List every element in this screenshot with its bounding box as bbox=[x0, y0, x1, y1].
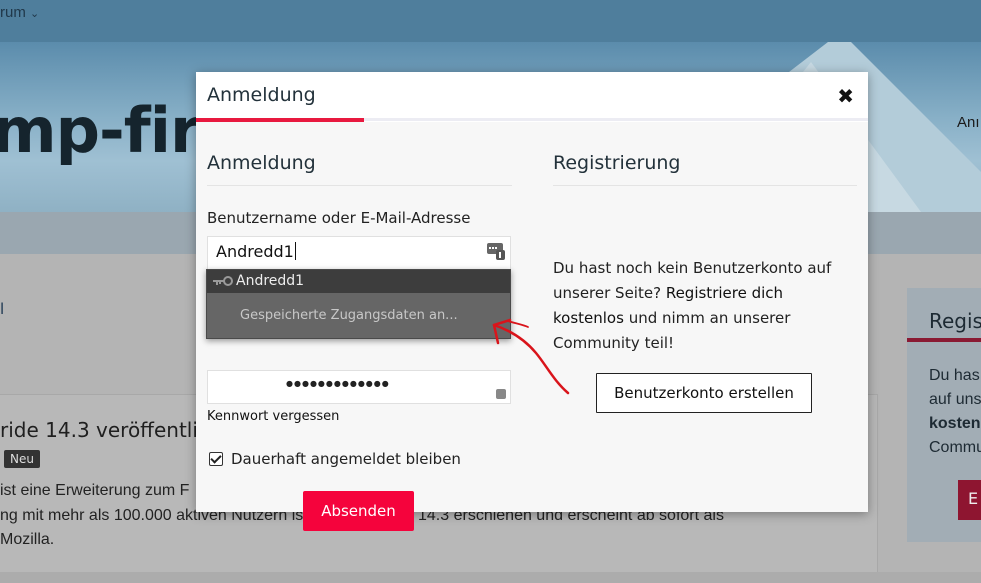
new-badge: Neu bbox=[4, 450, 40, 468]
password-input[interactable]: ●●●●●●●●●●●●● bbox=[207, 370, 511, 404]
remember-me-checkbox[interactable] bbox=[209, 452, 223, 466]
header-login-link[interactable]: Anı bbox=[957, 114, 980, 131]
saved-credentials-item[interactable]: Gespeicherte Zugangsdaten an... bbox=[240, 308, 458, 323]
sidebar-title-accent bbox=[907, 338, 981, 342]
remember-me-label[interactable]: Dauerhaft angemeldet bleiben bbox=[231, 450, 461, 468]
content-left-mark: l bbox=[0, 300, 5, 318]
article-text-line: ist eine Erweiterung zum F bbox=[0, 482, 190, 499]
password-mask: ●●●●●●●●●●●●● bbox=[286, 379, 390, 388]
register-heading: Registrierung bbox=[553, 152, 681, 174]
register-heading-rule bbox=[553, 185, 857, 186]
submit-button[interactable]: Absenden bbox=[303, 491, 414, 531]
sidebar-text-line: auf uns bbox=[929, 391, 981, 408]
close-icon[interactable]: ✖ bbox=[837, 84, 854, 108]
article-title[interactable]: ride 14.3 veröffentlich bbox=[0, 418, 222, 442]
autofill-suggestion[interactable]: Andredd1 bbox=[207, 270, 510, 293]
username-label: Benutzername oder E-Mail-Adresse bbox=[207, 209, 471, 227]
sidebar-text-line: Du has bbox=[929, 367, 980, 384]
article-text-line: Mozilla. bbox=[0, 531, 55, 548]
password-manager-icon[interactable] bbox=[487, 243, 505, 260]
login-heading: Anmeldung bbox=[207, 152, 316, 174]
username-value: Andredd1 bbox=[216, 242, 294, 261]
forgot-password-link[interactable]: Kennwort vergessen bbox=[207, 409, 339, 424]
chevron-down-icon: ⌄ bbox=[30, 8, 40, 20]
top-navigation: rum ⌄ bbox=[0, 0, 981, 42]
key-icon bbox=[213, 276, 233, 286]
create-account-button[interactable]: Benutzerkonto erstellen bbox=[596, 373, 812, 413]
autofill-username: Andredd1 bbox=[236, 273, 305, 289]
modal-header: Anmeldung ✖ bbox=[196, 72, 868, 122]
sidebar-text-line: kosten bbox=[929, 415, 981, 432]
username-input[interactable]: Andredd1 bbox=[207, 236, 511, 270]
modal-title: Anmeldung bbox=[207, 84, 316, 106]
sidebar-text-line: Commu bbox=[929, 439, 981, 456]
nav-item-forum[interactable]: rum ⌄ bbox=[0, 4, 39, 21]
content-bottom-strip bbox=[0, 572, 981, 583]
register-description: Du hast noch kein Benutzerkonto auf unse… bbox=[553, 259, 832, 352]
text-caret bbox=[294, 242, 296, 260]
autofill-dropdown: Andredd1 Gespeicherte Zugangsdaten an... bbox=[206, 269, 511, 339]
sidebar-register-button[interactable]: E bbox=[958, 480, 981, 520]
sidebar-register-title: Regist bbox=[929, 309, 981, 333]
annotation-arrow bbox=[492, 318, 570, 395]
login-heading-rule bbox=[207, 185, 512, 186]
